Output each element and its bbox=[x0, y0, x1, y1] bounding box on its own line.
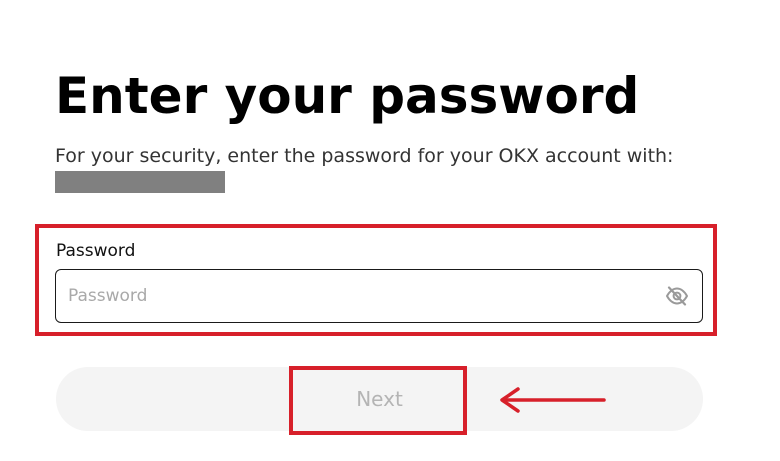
page-title: Enter your password bbox=[55, 67, 640, 125]
password-label: Password bbox=[56, 241, 136, 261]
page-subtitle: For your security, enter the password fo… bbox=[55, 145, 674, 167]
redacted-email bbox=[55, 171, 225, 193]
eye-slash-icon[interactable] bbox=[665, 286, 689, 306]
arrow-left-icon bbox=[500, 387, 606, 413]
password-input[interactable] bbox=[55, 269, 703, 323]
